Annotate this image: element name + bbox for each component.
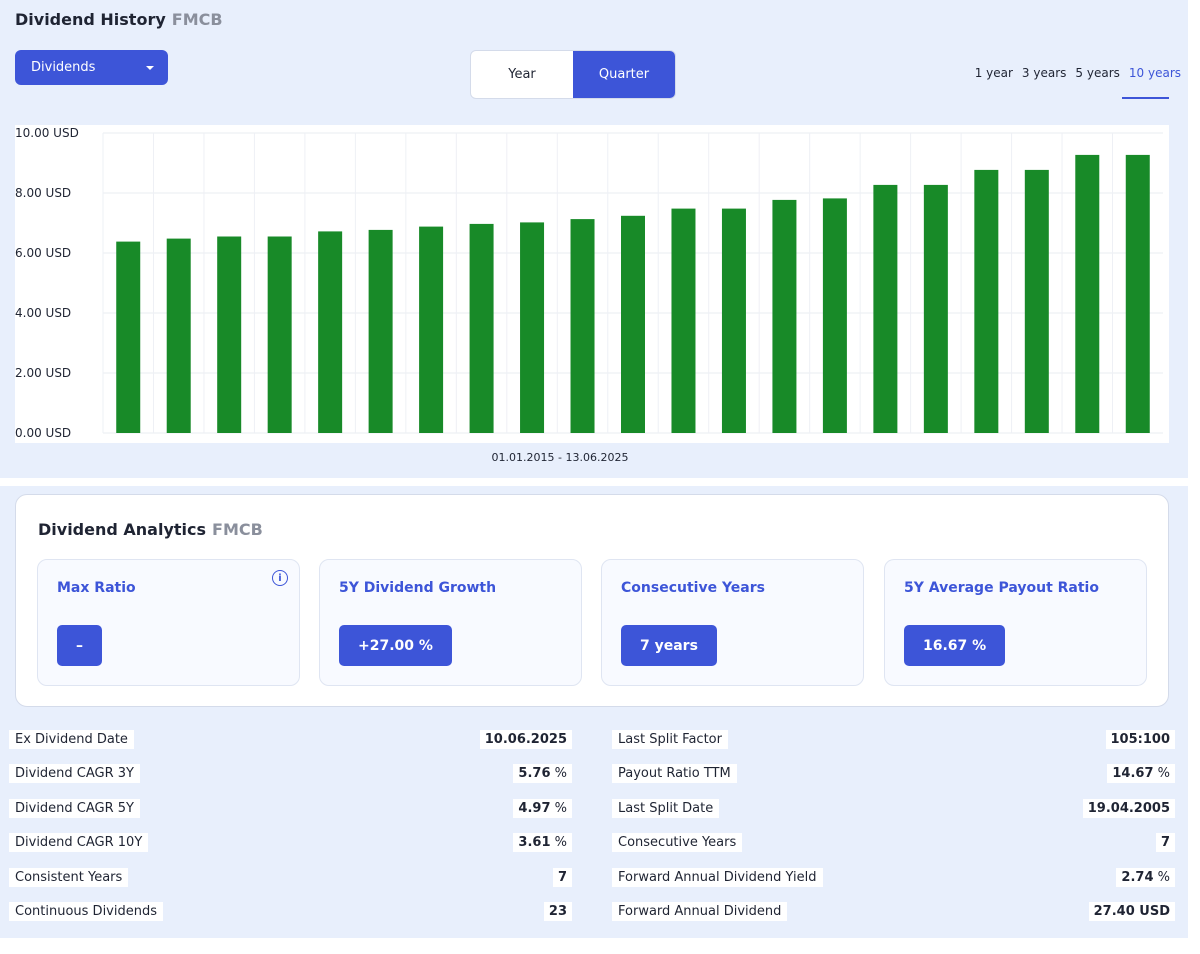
quarter-toggle-button[interactable]: Quarter (573, 51, 675, 98)
y-tick-label: 2.00 USD (15, 366, 71, 380)
stat-value: 4.97 % (513, 799, 572, 818)
stat-label: Forward Annual Dividend (612, 902, 788, 921)
y-tick-label: 6.00 USD (15, 246, 71, 260)
payout-ratio-card: 5Y Average Payout Ratio 16.67 % (884, 559, 1147, 686)
stat-row: Payout Ratio TTM 14.67 % (600, 764, 1200, 784)
card-label: 5Y Average Payout Ratio (904, 580, 1099, 596)
stat-label: Last Split Factor (612, 730, 728, 749)
analytics-title: Dividend Analytics FMCB (38, 520, 263, 539)
stat-value: 7 (1155, 833, 1175, 852)
card-value: +27.00 % (339, 625, 452, 666)
stat-row: Forward Annual Dividend Yield 2.74 % (600, 868, 1200, 888)
dividend-growth-card: 5Y Dividend Growth +27.00 % (319, 559, 582, 686)
dividend-bar[interactable] (1024, 169, 1049, 433)
card-label: Consecutive Years (621, 580, 765, 596)
stat-row: Last Split Factor 105:100 (600, 730, 1200, 750)
dividend-bar[interactable] (772, 199, 797, 433)
stat-label: Dividend CAGR 10Y (9, 833, 149, 852)
dividend-bar[interactable] (721, 208, 746, 433)
stat-label: Dividend CAGR 5Y (9, 799, 140, 818)
stat-value: 5.76 % (513, 764, 572, 783)
dividend-bar[interactable] (116, 241, 141, 433)
page-title: Dividend History FMCB (15, 10, 223, 29)
dividend-analytics-card: Dividend Analytics FMCB Max Ratio i – 5Y … (15, 494, 1169, 707)
period-toggle: Year Quarter (470, 50, 676, 99)
stat-label: Consistent Years (9, 868, 129, 887)
dividend-bar[interactable] (822, 198, 847, 433)
stat-row: Ex Dividend Date 10.06.2025 (0, 730, 600, 750)
stat-label: Continuous Dividends (9, 902, 163, 921)
consecutive-years-card: Consecutive Years 7 years (601, 559, 864, 686)
chevron-down-icon (146, 66, 154, 70)
dividend-bar[interactable] (368, 229, 393, 433)
y-tick-label: 0.00 USD (15, 426, 71, 440)
range-selected-underline (1122, 97, 1169, 99)
stat-value: 10.06.2025 (479, 730, 572, 749)
year-toggle-button[interactable]: Year (471, 51, 573, 98)
stat-row: Consecutive Years 7 (600, 833, 1200, 853)
stat-value: 14.67 % (1107, 764, 1175, 783)
card-value: 7 years (621, 625, 717, 666)
y-tick-label: 10.00 USD (15, 126, 79, 140)
stat-label: Ex Dividend Date (9, 730, 134, 749)
dividend-chart-svg: 0.00 USD 2.00 USD 4.00 USD 6.00 USD 8.00 USD… (15, 126, 1163, 440)
analytics-ticker: FMCB (212, 520, 263, 539)
stat-value: 7 (552, 868, 572, 887)
dividend-bar[interactable] (671, 208, 696, 433)
dividend-bar[interactable] (873, 184, 898, 433)
stat-value: 27.40 USD (1088, 902, 1175, 921)
stat-label: Last Split Date (612, 799, 720, 818)
analytics-title-text: Dividend Analytics (38, 520, 207, 539)
dividend-bar[interactable] (1075, 154, 1100, 433)
info-icon[interactable]: i (272, 570, 288, 586)
dividend-bar[interactable] (166, 238, 191, 433)
y-tick-label: 4.00 USD (15, 306, 71, 320)
stat-row: Last Split Date 19.04.2005 (600, 799, 1200, 819)
dividend-bar[interactable] (570, 219, 595, 433)
range-1-year[interactable]: 1 year (975, 66, 1013, 80)
card-label: 5Y Dividend Growth (339, 580, 497, 596)
stat-label: Forward Annual Dividend Yield (612, 868, 823, 887)
dividend-bar[interactable] (267, 236, 292, 434)
stat-label: Consecutive Years (612, 833, 743, 852)
stat-row: Consistent Years 7 (0, 868, 600, 888)
stat-value: 3.61 % (513, 833, 572, 852)
stat-label: Payout Ratio TTM (612, 764, 737, 783)
ticker-label: FMCB (171, 10, 223, 29)
dividend-bar[interactable] (1125, 154, 1150, 433)
stat-row: Continuous Dividends 23 (0, 902, 600, 922)
dividend-bar[interactable] (419, 226, 444, 433)
stat-value: 19.04.2005 (1082, 799, 1175, 818)
card-label: Max Ratio (57, 580, 136, 596)
dividend-bar[interactable] (318, 231, 343, 433)
metric-dropdown[interactable]: Dividends (15, 50, 168, 85)
range-3-years[interactable]: 3 years (1022, 66, 1066, 80)
range-10-years[interactable]: 10 years (1129, 66, 1181, 80)
metric-dropdown-label: Dividends (31, 60, 96, 75)
card-value: – (57, 625, 102, 666)
dividend-bar[interactable] (520, 222, 545, 433)
dividend-chart: 0.00 USD 2.00 USD 4.00 USD 6.00 USD 8.00 USD… (15, 125, 1169, 443)
stat-label: Dividend CAGR 3Y (9, 764, 140, 783)
section-separator (0, 478, 1188, 486)
stat-row: Dividend CAGR 3Y 5.76 % (0, 764, 600, 784)
dividend-bar[interactable] (923, 184, 948, 433)
stat-row: Dividend CAGR 10Y 3.61 % (0, 833, 600, 853)
max-ratio-card: Max Ratio i – (37, 559, 300, 686)
dividend-bar[interactable] (974, 169, 999, 433)
stat-value: 105:100 (1105, 730, 1175, 749)
dividend-bar[interactable] (621, 215, 645, 433)
page-title-text: Dividend History (15, 10, 166, 29)
stat-row: Forward Annual Dividend 27.40 USD (600, 902, 1200, 922)
stat-value: 2.74 % (1116, 868, 1175, 887)
y-tick-label: 8.00 USD (15, 186, 71, 200)
range-5-years[interactable]: 5 years (1075, 66, 1119, 80)
stat-row: Dividend CAGR 5Y 4.97 % (0, 799, 600, 819)
dividend-bar[interactable] (469, 223, 494, 433)
stat-value: 23 (543, 902, 572, 921)
dividend-bar[interactable] (217, 236, 242, 434)
range-selector: 1 year 3 years 5 years 10 years (975, 66, 1181, 80)
chart-date-range: 01.01.2015 - 13.06.2025 (491, 451, 629, 464)
card-value: 16.67 % (904, 625, 1006, 666)
